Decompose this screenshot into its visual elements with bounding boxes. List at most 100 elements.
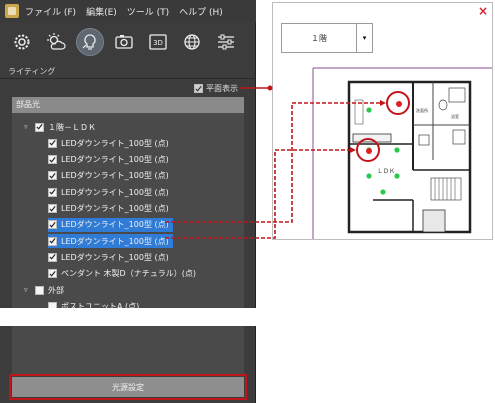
tree-checkbox[interactable]	[48, 138, 57, 148]
downlight-marker	[366, 107, 372, 113]
tree-label: LEDダウンライト_100型 (点)	[61, 204, 169, 213]
menu-tools[interactable]: ツール (T)	[127, 5, 169, 18]
check-icon	[49, 140, 56, 146]
selected-light-marker	[366, 148, 372, 154]
check-icon	[49, 270, 56, 277]
tree-label: LEDダウンライト_100型 (点)	[61, 220, 169, 230]
check-icon	[195, 85, 202, 92]
menu-edit[interactable]: 編集(E)	[86, 5, 117, 18]
tree-group[interactable]: ▿ １階－ＬＤＫ	[24, 120, 96, 134]
check-icon	[49, 205, 56, 212]
tree-label: LEDダウンライト_100型 (点)	[61, 187, 169, 197]
stairs	[430, 177, 462, 201]
tree-item[interactable]: LEDダウンライト_100型 (点)	[48, 169, 169, 183]
divider	[0, 78, 256, 79]
downlight-marker	[366, 173, 372, 179]
lighting-tool[interactable]	[76, 28, 104, 56]
check-icon	[49, 254, 56, 260]
light-tree: ▿ １階－ＬＤＫ LEDダウンライト_100型 (点) LEDダウンライト_100型 …	[12, 113, 244, 375]
tree-checkbox[interactable]	[48, 187, 57, 197]
section-title: ライティング	[8, 67, 56, 76]
menu-bar: ファイル (F) 編集(E) ツール (T) ヘルプ (H)	[0, 0, 256, 22]
kitchen-counter	[352, 133, 392, 143]
check-icon	[49, 156, 56, 163]
camera-icon	[115, 35, 133, 49]
parts-header: 部品光	[12, 97, 244, 113]
tree-label: LEDダウンライト_100型 (点)	[61, 171, 169, 181]
torn-edge	[0, 308, 260, 326]
downlight-marker	[394, 173, 400, 179]
lighting-icon	[82, 34, 96, 50]
tree-label: LEDダウンライト_100型 (点)	[61, 252, 169, 262]
lighting-panel: ファイル (F) 編集(E) ツール (T) ヘルプ (H) 3D ライティング	[0, 0, 260, 403]
tree-item[interactable]: LEDダウンライト_100型 (点)	[48, 202, 169, 216]
close-icon[interactable]: ×	[478, 4, 488, 18]
tree-item[interactable]: LEDダウンライト_100型 (点)	[48, 153, 169, 167]
tree-checkbox[interactable]	[48, 220, 57, 230]
tree-checkbox[interactable]	[48, 236, 57, 246]
check-icon	[36, 124, 43, 130]
plan-view-label: 平面表示	[206, 84, 238, 93]
light-settings-button[interactable]: 光源設定	[9, 374, 247, 400]
expand-toggle[interactable]: ▿	[24, 286, 31, 294]
tree-checkbox[interactable]	[48, 155, 57, 165]
chevron-down-icon[interactable]: ▾	[356, 24, 372, 52]
tree-checkbox[interactable]	[35, 285, 44, 295]
adjust-tool[interactable]	[212, 28, 240, 56]
house-outline	[347, 80, 472, 234]
settings-tool[interactable]	[8, 28, 36, 56]
toilet	[438, 99, 448, 111]
svg-text:3D: 3D	[153, 39, 163, 47]
3d-view-tool[interactable]: 3D	[144, 28, 172, 56]
tree-label: LEDダウンライト_100型 (点)	[61, 138, 169, 148]
tree-item[interactable]: ペンダント 木製D（ナチュラル）(点)	[48, 267, 196, 281]
check-icon	[49, 238, 56, 244]
floor-select-value: １階	[311, 33, 327, 43]
room-label-bath: 浴室	[451, 113, 459, 119]
tree-label: １階－ＬＤＫ	[48, 122, 96, 132]
expand-toggle[interactable]: ▿	[24, 123, 31, 131]
tree-item[interactable]: LEDダウンライト_100型 (点)	[48, 217, 173, 232]
tree-group[interactable]: ▿ 外部	[24, 283, 64, 297]
light-settings-label: 光源設定	[112, 382, 144, 392]
toolbar: 3D	[0, 24, 256, 60]
room-label-ldk: ＬＤＫ	[377, 168, 395, 175]
tree-checkbox[interactable]	[48, 269, 57, 279]
3d-icon: 3D	[149, 34, 167, 50]
bathtub	[448, 87, 466, 103]
downlight-marker	[394, 147, 400, 153]
tree-checkbox[interactable]	[48, 171, 57, 181]
weather-icon	[47, 33, 66, 50]
menu-file[interactable]: ファイル (F)	[25, 5, 76, 18]
floor-select[interactable]: １階 ▾	[281, 23, 373, 53]
tree-label: LEDダウンライト_100型 (点)	[61, 155, 169, 165]
check-icon	[49, 172, 56, 179]
floor-plan-window: × １階 ▾ ＬＤＫ 洗面所 浴室	[272, 2, 493, 240]
downlight-marker	[380, 189, 386, 195]
weather-tool[interactable]	[42, 28, 70, 56]
selected-light-marker	[396, 101, 402, 107]
globe-tool[interactable]	[178, 28, 206, 56]
gear-icon	[14, 34, 30, 50]
tree-checkbox[interactable]	[35, 122, 44, 132]
tree-item[interactable]: LEDダウンライト_100型 (点)	[48, 185, 169, 199]
globe-icon	[184, 34, 200, 50]
entrance	[422, 209, 446, 233]
tree-label: ペンダント 木製D（ナチュラル）(点)	[61, 269, 196, 279]
tree-item[interactable]: LEDダウンライト_100型 (点)	[48, 250, 169, 264]
plan-view-toggle[interactable]: 平面表示	[194, 83, 238, 94]
plan-view-checkbox[interactable]	[194, 84, 203, 93]
tree-item[interactable]: LEDダウンライト_100型 (点)	[48, 234, 173, 249]
tree-label: LEDダウンライト_100型 (点)	[61, 236, 169, 246]
room-label-washroom: 洗面所	[416, 107, 428, 113]
floor-plan-canvas[interactable]: ＬＤＫ 洗面所 浴室	[273, 60, 492, 239]
tree-item[interactable]: LEDダウンライト_100型 (点)	[48, 136, 169, 150]
light-markers	[366, 101, 402, 195]
check-icon	[49, 189, 56, 195]
check-icon	[49, 221, 56, 228]
tree-checkbox[interactable]	[48, 204, 57, 213]
app-icon	[5, 4, 19, 18]
menu-help[interactable]: ヘルプ (H)	[179, 5, 223, 18]
tree-checkbox[interactable]	[48, 252, 57, 262]
camera-tool[interactable]	[110, 28, 138, 56]
